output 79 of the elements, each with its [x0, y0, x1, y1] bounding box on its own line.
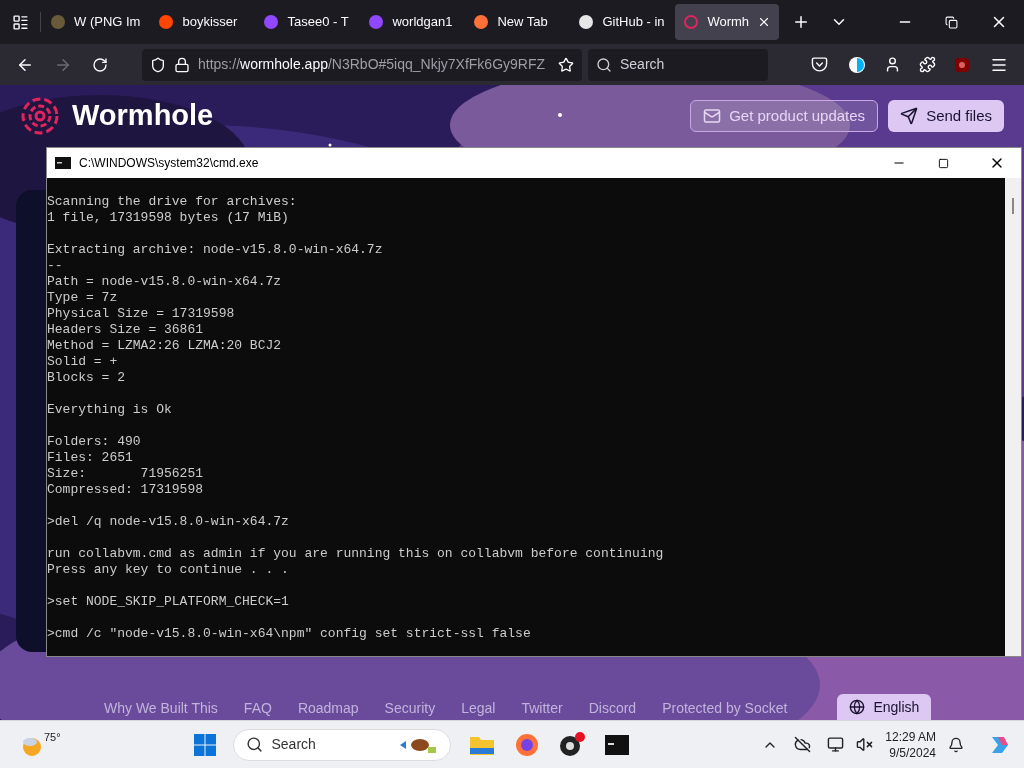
- footer-link[interactable]: Security: [384, 698, 436, 720]
- extensions-icon[interactable]: [919, 56, 936, 73]
- console-line: >set NODE_SKIP_PLATFORM_CHECK=1: [47, 594, 289, 610]
- mute-icon[interactable]: [856, 736, 874, 753]
- footer-link[interactable]: Why We Built This: [104, 698, 218, 720]
- console-line: Extracting archive: node-v15.8.0-win-x64.7z: [47, 242, 383, 258]
- restore-icon[interactable]: [945, 15, 958, 29]
- console-line: Scanning the drive for archives:: [47, 194, 297, 210]
- footer-link[interactable]: Discord: [588, 698, 637, 720]
- browser-tab[interactable]: worldgan1: [360, 4, 464, 40]
- console-line: Type = 7z: [47, 290, 118, 306]
- lock-icon: [174, 56, 190, 73]
- bookmark-star-icon[interactable]: [558, 56, 574, 73]
- browser-tab[interactable]: Wormh: [675, 4, 780, 40]
- browser-tab[interactable]: W (PNG Im: [42, 4, 149, 40]
- clock[interactable]: 12:29 AM 9/5/2024: [885, 728, 936, 761]
- console-line: Compressed: 17319598: [47, 482, 204, 498]
- start-icon[interactable]: [193, 732, 218, 757]
- footer-link[interactable]: Twitter: [521, 698, 563, 720]
- console-line: >del /q node-v15.8.0-win-x64.7z: [47, 514, 289, 530]
- app-icon[interactable]: [559, 731, 586, 758]
- shield-icon[interactable]: [150, 56, 166, 73]
- console-icon: [55, 157, 71, 169]
- browser-tab[interactable]: New Tab: [465, 4, 569, 40]
- terminal-icon[interactable]: [605, 734, 630, 755]
- site-icon: [578, 14, 595, 30]
- console-line: Method = LZMA2:26 LZMA:20 BCJ2: [47, 338, 282, 354]
- monitor-icon[interactable]: [827, 736, 845, 753]
- site-icon: [368, 14, 385, 30]
- console-line: Solid = +: [47, 354, 118, 370]
- shield-badge-icon[interactable]: [954, 56, 970, 73]
- console-line: 1 file, 17319598 bytes (17 MiB): [47, 210, 289, 226]
- send-files-button[interactable]: Send files: [888, 100, 1004, 132]
- maximize-icon[interactable]: [938, 157, 949, 169]
- taskbar-search[interactable]: Search: [233, 728, 452, 761]
- console-line: Physical Size = 17319598: [47, 306, 235, 322]
- console-line: Blocks = 2: [47, 370, 125, 386]
- account-icon[interactable]: [884, 56, 901, 73]
- console-line: Files: 2651: [47, 450, 133, 466]
- console-line: >cmd /c "node-v15.8.0-win-x64\npm" config set strict-ssl false: [47, 626, 531, 642]
- globe-icon: [849, 699, 866, 715]
- footer-link[interactable]: Protected by Socket: [662, 698, 788, 720]
- window-title: C:\WINDOWS\system32\cmd.exe: [79, 155, 259, 172]
- tab-list-icon[interactable]: [11, 13, 29, 31]
- search-icon: [246, 736, 264, 753]
- console-line: Folders: 490: [47, 434, 141, 450]
- browser-tab[interactable]: GitHub - in: [570, 4, 674, 40]
- image-icon: [50, 14, 66, 30]
- address-bar[interactable]: https://wormhole.app/N3RbO#5iqq_Nkjy7XfFk6Gy9RFZ: [142, 48, 582, 81]
- language-button[interactable]: English: [837, 694, 932, 720]
- browser-tab[interactable]: Tasee0 - T: [255, 4, 359, 40]
- console-line: run collabvm.cmd as admin if you are running this on collabvm before continuing: [47, 546, 664, 562]
- footer-link[interactable]: FAQ: [243, 698, 272, 720]
- logo-text: Wormhole: [72, 98, 214, 134]
- site-icon: [473, 14, 490, 30]
- footer-link[interactable]: Roadmap: [297, 698, 359, 720]
- mail-icon: [703, 107, 722, 125]
- bell-icon[interactable]: [948, 736, 964, 753]
- console-line: Press any key to continue . . .: [47, 562, 289, 578]
- search-icon: [596, 56, 612, 73]
- search-field[interactable]: Search: [588, 48, 768, 81]
- firefox-icon[interactable]: [515, 732, 540, 757]
- site-icon: [263, 14, 280, 30]
- console-line: Size: 71956251: [47, 466, 204, 482]
- console-line: --: [47, 258, 63, 274]
- pocket-icon[interactable]: [811, 56, 828, 73]
- half-circle-icon[interactable]: [848, 55, 866, 74]
- cloud-icon[interactable]: [794, 736, 812, 753]
- spiral-logo-icon: [20, 96, 60, 136]
- reload-icon[interactable]: [92, 56, 108, 73]
- console-line: Headers Size = 36861: [47, 322, 204, 338]
- temperature: 75°: [44, 730, 61, 745]
- send-icon: [900, 107, 919, 125]
- site-icon: [158, 14, 175, 30]
- footer-link[interactable]: Legal: [461, 698, 496, 720]
- console-line: Everything is Ok: [47, 402, 172, 418]
- console-line: Path = node-v15.8.0-win-x64.7z: [47, 274, 282, 290]
- browser-tab[interactable]: boykisser: [150, 4, 254, 40]
- scrollbar[interactable]: [1005, 178, 1021, 656]
